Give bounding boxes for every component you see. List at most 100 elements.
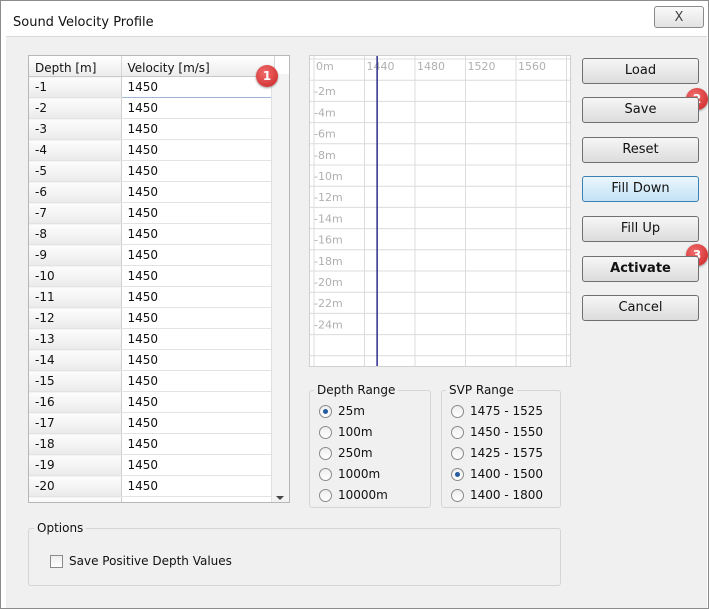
y-tick-label: -6m <box>314 128 336 141</box>
depth-cell[interactable]: -8 <box>29 223 122 245</box>
depth-range-radio[interactable] <box>319 467 332 481</box>
svp-range-option[interactable]: 1450 - 1550 <box>451 423 543 441</box>
depth-cell[interactable]: -16 <box>29 391 122 413</box>
depth-cell[interactable]: -3 <box>29 118 122 140</box>
velocity-cell[interactable]: 1450 <box>121 349 275 371</box>
table-row[interactable]: -1 1450 <box>29 76 275 98</box>
table-row[interactable]: -13 1450 <box>29 328 275 350</box>
velocity-cell[interactable]: 1450 <box>121 118 275 140</box>
velocity-cell[interactable]: 1450 <box>121 370 275 392</box>
depth-range-radio[interactable] <box>319 425 332 439</box>
table-row[interactable]: -15 1450 <box>29 370 275 392</box>
table-row[interactable]: -11 1450 <box>29 286 275 308</box>
depth-cell[interactable]: -12 <box>29 307 122 329</box>
save-button[interactable]: Save <box>582 97 699 123</box>
table-row[interactable]: -16 1450 <box>29 391 275 413</box>
table-row[interactable]: -9 1450 <box>29 244 275 266</box>
depth-cell[interactable]: -13 <box>29 328 122 350</box>
fill-down-button[interactable]: Fill Down <box>582 176 699 202</box>
depth-cell[interactable]: -20 <box>29 475 122 497</box>
velocity-cell[interactable]: 1450 <box>121 307 275 329</box>
svp-range-option[interactable]: 1425 - 1575 <box>451 444 543 462</box>
depth-range-option[interactable]: 25m <box>319 402 365 420</box>
depth-range-option[interactable]: 250m <box>319 444 373 462</box>
table-row[interactable]: -211450 <box>29 496 275 502</box>
velocity-cell[interactable]: 1450 <box>121 202 275 224</box>
column-header-depth[interactable]: Depth [m] <box>29 56 122 77</box>
depth-range-radio[interactable] <box>319 488 332 502</box>
table-row[interactable]: -6 1450 <box>29 181 275 203</box>
depth-cell[interactable]: -9 <box>29 244 122 266</box>
svp-range-radio[interactable] <box>451 488 464 502</box>
scroll-down-arrow-icon[interactable] <box>276 496 284 500</box>
depth-range-option[interactable]: 100m <box>319 423 373 441</box>
depth-cell[interactable]: -18 <box>29 433 122 455</box>
velocity-cell[interactable]: 1450 <box>121 433 275 455</box>
velocity-cell[interactable]: 1450 <box>121 244 275 266</box>
table-row[interactable]: -19 1450 <box>29 454 275 476</box>
velocity-cell[interactable]: 1450 <box>121 454 275 476</box>
grid-scrollbar[interactable] <box>271 74 289 502</box>
depth-cell[interactable]: -10 <box>29 265 122 287</box>
table-row[interactable]: -4 1450 <box>29 139 275 161</box>
velocity-cell[interactable]: 1450 <box>121 496 275 502</box>
depth-cell[interactable]: -7 <box>29 202 122 224</box>
velocity-cell[interactable]: 1450 <box>121 181 275 203</box>
depth-range-radio[interactable] <box>319 446 332 460</box>
save-positive-depth-checkbox[interactable] <box>50 554 63 568</box>
svp-range-radio[interactable] <box>451 404 464 418</box>
svp-range-option[interactable]: 1400 - 1800 <box>451 486 543 504</box>
depth-cell[interactable]: -5 <box>29 160 122 182</box>
depth-cell[interactable]: -1 <box>29 76 122 98</box>
table-row[interactable]: -5 1450 <box>29 160 275 182</box>
close-button[interactable]: X <box>654 6 704 28</box>
table-row[interactable]: -18 1450 <box>29 433 275 455</box>
load-button[interactable]: Load <box>582 58 699 84</box>
depth-range-option[interactable]: 10000m <box>319 486 388 504</box>
depth-cell[interactable]: -4 <box>29 139 122 161</box>
depth-range-radio[interactable] <box>319 404 332 418</box>
velocity-cell[interactable]: 1450 <box>121 139 275 161</box>
table-row[interactable]: -17 1450 <box>29 412 275 434</box>
depth-cell[interactable]: -17 <box>29 412 122 434</box>
table-row[interactable]: -8 1450 <box>29 223 275 245</box>
velocity-cell[interactable]: 1450 <box>121 328 275 350</box>
velocity-cell[interactable]: 1450 <box>121 412 275 434</box>
velocity-cell[interactable]: 1450 <box>121 391 275 413</box>
svp-range-option[interactable]: 1400 - 1500 <box>451 465 543 483</box>
y-tick-label: -18m <box>314 255 343 268</box>
fill-up-button[interactable]: Fill Up <box>582 216 699 242</box>
depth-cell[interactable]: -21 <box>29 496 122 502</box>
activate-button[interactable]: Activate <box>582 256 699 282</box>
table-row[interactable]: -2 1450 <box>29 97 275 119</box>
table-row[interactable]: -12 1450 <box>29 307 275 329</box>
velocity-cell[interactable]: 1450 <box>121 286 275 308</box>
svp-range-option[interactable]: 1475 - 1525 <box>451 402 543 420</box>
table-row[interactable]: -7 1450 <box>29 202 275 224</box>
depth-cell[interactable]: -19 <box>29 454 122 476</box>
depth-range-option[interactable]: 1000m <box>319 465 380 483</box>
svp-range-radio[interactable] <box>451 467 464 481</box>
depth-cell[interactable]: -11 <box>29 286 122 308</box>
velocity-cell[interactable]: 1450 <box>121 160 275 182</box>
depth-cell[interactable]: -14 <box>29 349 122 371</box>
table-row[interactable]: -10 1450 <box>29 265 275 287</box>
profile-grid[interactable]: Depth [m] Velocity [m/s] -1 1450 -2 1450 -3 1… <box>28 55 290 503</box>
svp-range-radio[interactable] <box>451 425 464 439</box>
table-row[interactable]: -3 1450 <box>29 118 275 140</box>
column-header-velocity[interactable]: Velocity [m/s] <box>121 56 275 77</box>
table-row[interactable]: -20 1450 <box>29 475 275 497</box>
save-positive-depth-checkbox-row[interactable]: Save Positive Depth Values <box>50 552 232 570</box>
depth-cell[interactable]: -6 <box>29 181 122 203</box>
velocity-cell[interactable]: 1450 <box>121 475 275 497</box>
velocity-cell[interactable]: 1450 <box>121 223 275 245</box>
depth-cell[interactable]: -2 <box>29 97 122 119</box>
table-row[interactable]: -14 1450 <box>29 349 275 371</box>
velocity-cell[interactable]: 1450 <box>121 265 275 287</box>
reset-button[interactable]: Reset <box>582 137 699 163</box>
velocity-cell[interactable]: 1450 <box>120 76 275 98</box>
cancel-button[interactable]: Cancel <box>582 295 699 321</box>
depth-cell[interactable]: -15 <box>29 370 122 392</box>
velocity-cell[interactable]: 1450 <box>121 97 275 119</box>
svp-range-radio[interactable] <box>451 446 464 460</box>
